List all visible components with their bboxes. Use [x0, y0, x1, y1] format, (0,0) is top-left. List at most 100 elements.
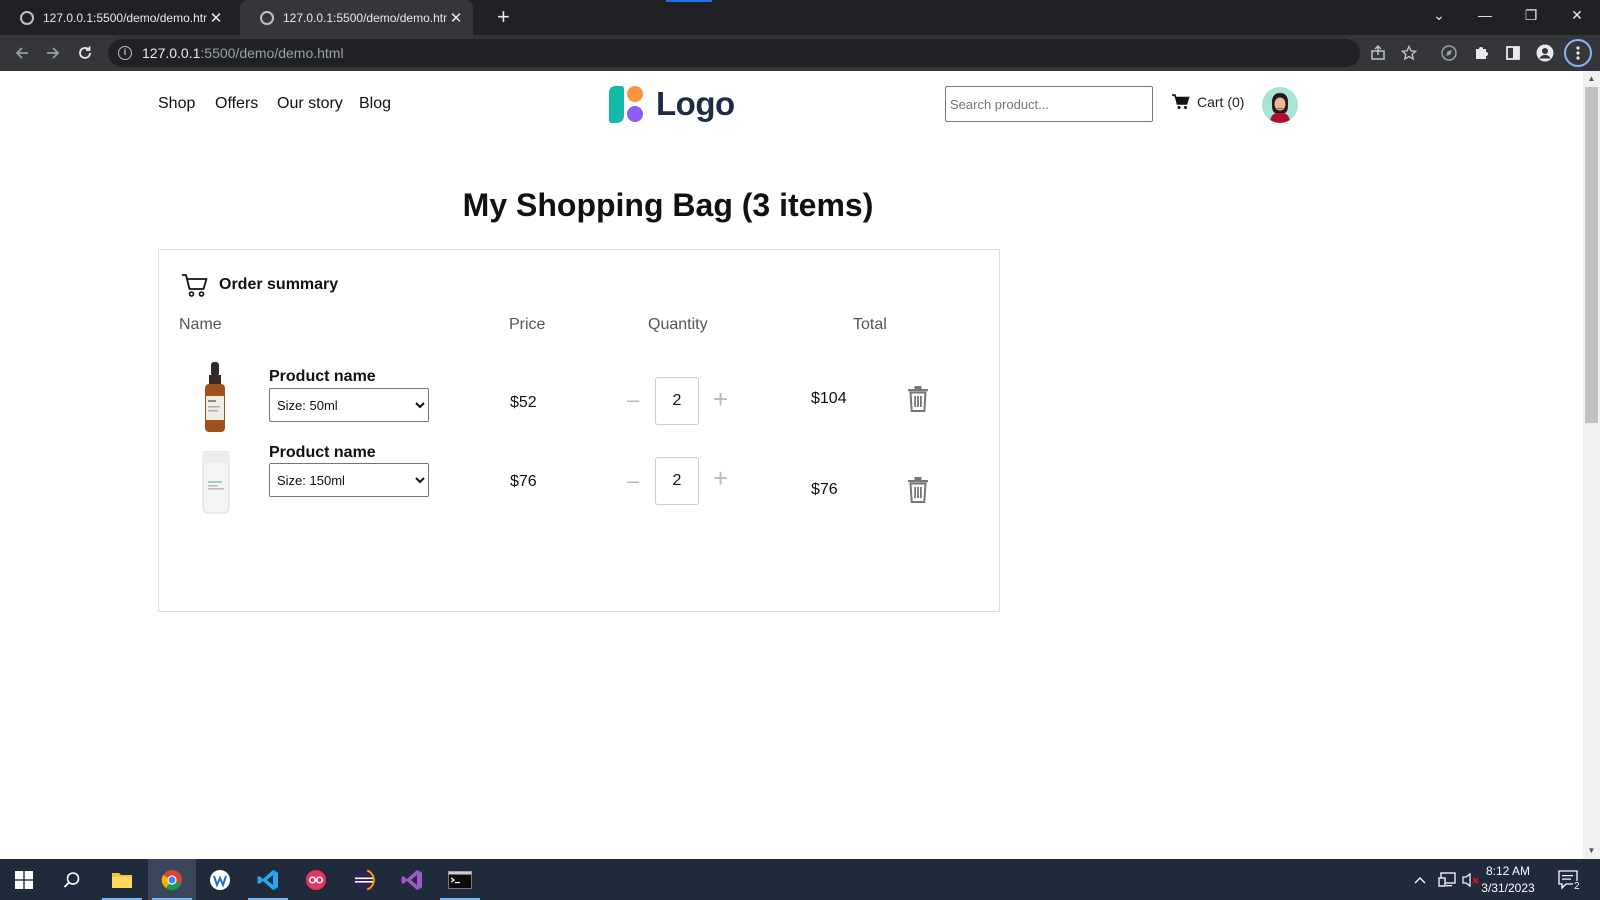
logo-text: Logo	[656, 85, 735, 122]
site-logo[interactable]: Logo	[606, 83, 735, 125]
quantity-decrease-button[interactable]: –	[627, 389, 639, 411]
item-price: $52	[510, 394, 537, 411]
clock-date: 3/31/2023	[1481, 881, 1535, 895]
logo-mark-icon	[609, 86, 643, 123]
extensions-puzzle-icon[interactable]	[1469, 41, 1493, 65]
browser-tab-2[interactable]: 127.0.0.1:5500/demo/demo.html ✕	[240, 0, 473, 35]
address-url[interactable]: 127.0.0.1:5500/demo/demo.html	[142, 45, 344, 61]
user-avatar[interactable]	[1262, 87, 1298, 123]
browser-menu-button[interactable]	[1564, 39, 1592, 67]
chevron-up-icon	[1414, 876, 1426, 883]
trash-icon[interactable]	[907, 386, 929, 412]
arrow-left-icon	[15, 47, 28, 59]
tab-title: 127.0.0.1:5500/demo/demo.html	[43, 10, 207, 25]
globe-icon	[20, 10, 34, 25]
start-button[interactable]	[0, 859, 48, 900]
nav-shop[interactable]: Shop	[158, 95, 195, 113]
wps-app[interactable]	[196, 859, 244, 900]
address-bar[interactable]: i 127.0.0.1:5500/demo/demo.html	[108, 39, 1360, 67]
quantity-decrease-button[interactable]: –	[627, 470, 639, 492]
chrome-icon	[161, 869, 182, 890]
show-hidden-icons[interactable]	[1414, 859, 1426, 900]
terminal-app[interactable]	[436, 859, 484, 900]
file-explorer-app[interactable]	[98, 859, 146, 900]
minimize-button[interactable]: —	[1462, 0, 1508, 30]
compass-extension-icon[interactable]	[1437, 41, 1461, 65]
column-header-price: Price	[509, 316, 546, 333]
vscode-app[interactable]	[244, 859, 292, 900]
network-icon[interactable]	[1438, 859, 1456, 900]
order-summary-header: Order summary	[181, 272, 338, 298]
search-icon	[63, 871, 80, 888]
eclipse-icon	[354, 869, 375, 890]
cart-icon	[1172, 94, 1190, 109]
tab-close-icon[interactable]: ✕	[207, 9, 225, 27]
size-select[interactable]: Size: 150ml	[269, 463, 429, 497]
bookmark-star-icon[interactable]	[1397, 41, 1421, 65]
taskbar: 8:12 AM 3/31/2023 2	[0, 859, 1600, 900]
quantity-increase-button[interactable]: +	[713, 465, 728, 491]
share-icon[interactable]	[1366, 41, 1390, 65]
forward-button[interactable]	[41, 41, 65, 65]
visual-studio-app[interactable]	[388, 859, 436, 900]
search-input[interactable]	[945, 86, 1153, 122]
quantity-input[interactable]	[655, 377, 699, 425]
product-name: Product name	[269, 444, 376, 461]
tab-title: 127.0.0.1:5500/demo/demo.html	[283, 10, 447, 25]
column-header-quantity: Quantity	[648, 316, 708, 333]
quantity-input[interactable]	[655, 457, 699, 505]
size-select[interactable]: Size: 50ml	[269, 388, 429, 422]
cart-item-row: Product name Size: 50ml $52 – + $104	[159, 362, 999, 442]
page-scrollbar[interactable]: ▲ ▼	[1583, 71, 1600, 859]
tab-close-icon[interactable]: ✕	[447, 9, 465, 27]
clock-time: 8:12 AM	[1485, 864, 1531, 878]
reload-button[interactable]	[73, 41, 97, 65]
nav-offers[interactable]: Offers	[215, 95, 258, 113]
item-total: $104	[811, 390, 847, 407]
new-tab-button[interactable]: +	[497, 3, 510, 31]
quantity-increase-button[interactable]: +	[713, 386, 728, 412]
page-title: My Shopping Bag (3 items)	[462, 187, 874, 223]
system-clock[interactable]: 8:12 AM 3/31/2023	[1472, 863, 1544, 897]
order-summary-label: Order summary	[219, 276, 339, 293]
browser-tab-bar: 127.0.0.1:5500/demo/demo.html ✕ 127.0.0.…	[0, 0, 1600, 35]
cart-item-row: Product name Size: 150ml $76 – + $76	[159, 443, 999, 523]
shopping-cart-outline-icon	[182, 274, 208, 297]
column-header-total: Total	[853, 316, 887, 333]
profile-icon[interactable]	[1533, 41, 1557, 65]
notification-center-button[interactable]: 2	[1558, 859, 1581, 900]
product-name: Product name	[269, 368, 376, 385]
back-button[interactable]	[10, 41, 34, 65]
vscode-icon	[257, 869, 278, 890]
window-close-button[interactable]: ✕	[1554, 0, 1600, 30]
tab-search-button[interactable]: ⌄	[1416, 0, 1462, 30]
product-image-white-bottle	[202, 451, 230, 514]
trash-icon[interactable]	[907, 477, 929, 503]
side-panel-icon[interactable]	[1501, 41, 1525, 65]
browser-tab-1[interactable]: 127.0.0.1:5500/demo/demo.html ✕	[0, 0, 233, 35]
eclipse-app[interactable]	[340, 859, 388, 900]
column-header-name: Name	[179, 316, 222, 333]
item-total: $76	[811, 481, 838, 498]
scrollbar-thumb[interactable]	[1585, 87, 1598, 423]
cart-link[interactable]: Cart (0)	[1172, 94, 1244, 110]
scroll-down-arrow-icon[interactable]: ▼	[1583, 846, 1600, 855]
item-price: $76	[510, 473, 537, 490]
site-info-icon[interactable]: i	[118, 46, 132, 60]
chrome-app[interactable]	[148, 859, 196, 900]
app-red-dots[interactable]	[292, 859, 340, 900]
arrow-right-icon	[47, 47, 60, 59]
nav-our-story[interactable]: Our story	[277, 95, 343, 113]
restore-button[interactable]: ❐	[1508, 0, 1554, 30]
web-page: Shop Offers Our story Blog Logo Cart (0)…	[0, 71, 1583, 859]
screen: { "browser": { "tabs": [ {"title": "127.…	[0, 0, 1600, 900]
product-image-dropper-bottle	[205, 362, 225, 432]
taskbar-search-button[interactable]	[48, 859, 96, 900]
cart-label: Cart (0)	[1197, 94, 1245, 110]
order-summary-card: Order summary Name Price Quantity Total …	[158, 249, 1000, 612]
nav-blog[interactable]: Blog	[359, 95, 391, 113]
scroll-up-arrow-icon[interactable]: ▲	[1583, 74, 1600, 83]
avatar-image	[1262, 87, 1298, 123]
visual-studio-icon	[401, 869, 422, 890]
windows-icon	[15, 870, 33, 889]
